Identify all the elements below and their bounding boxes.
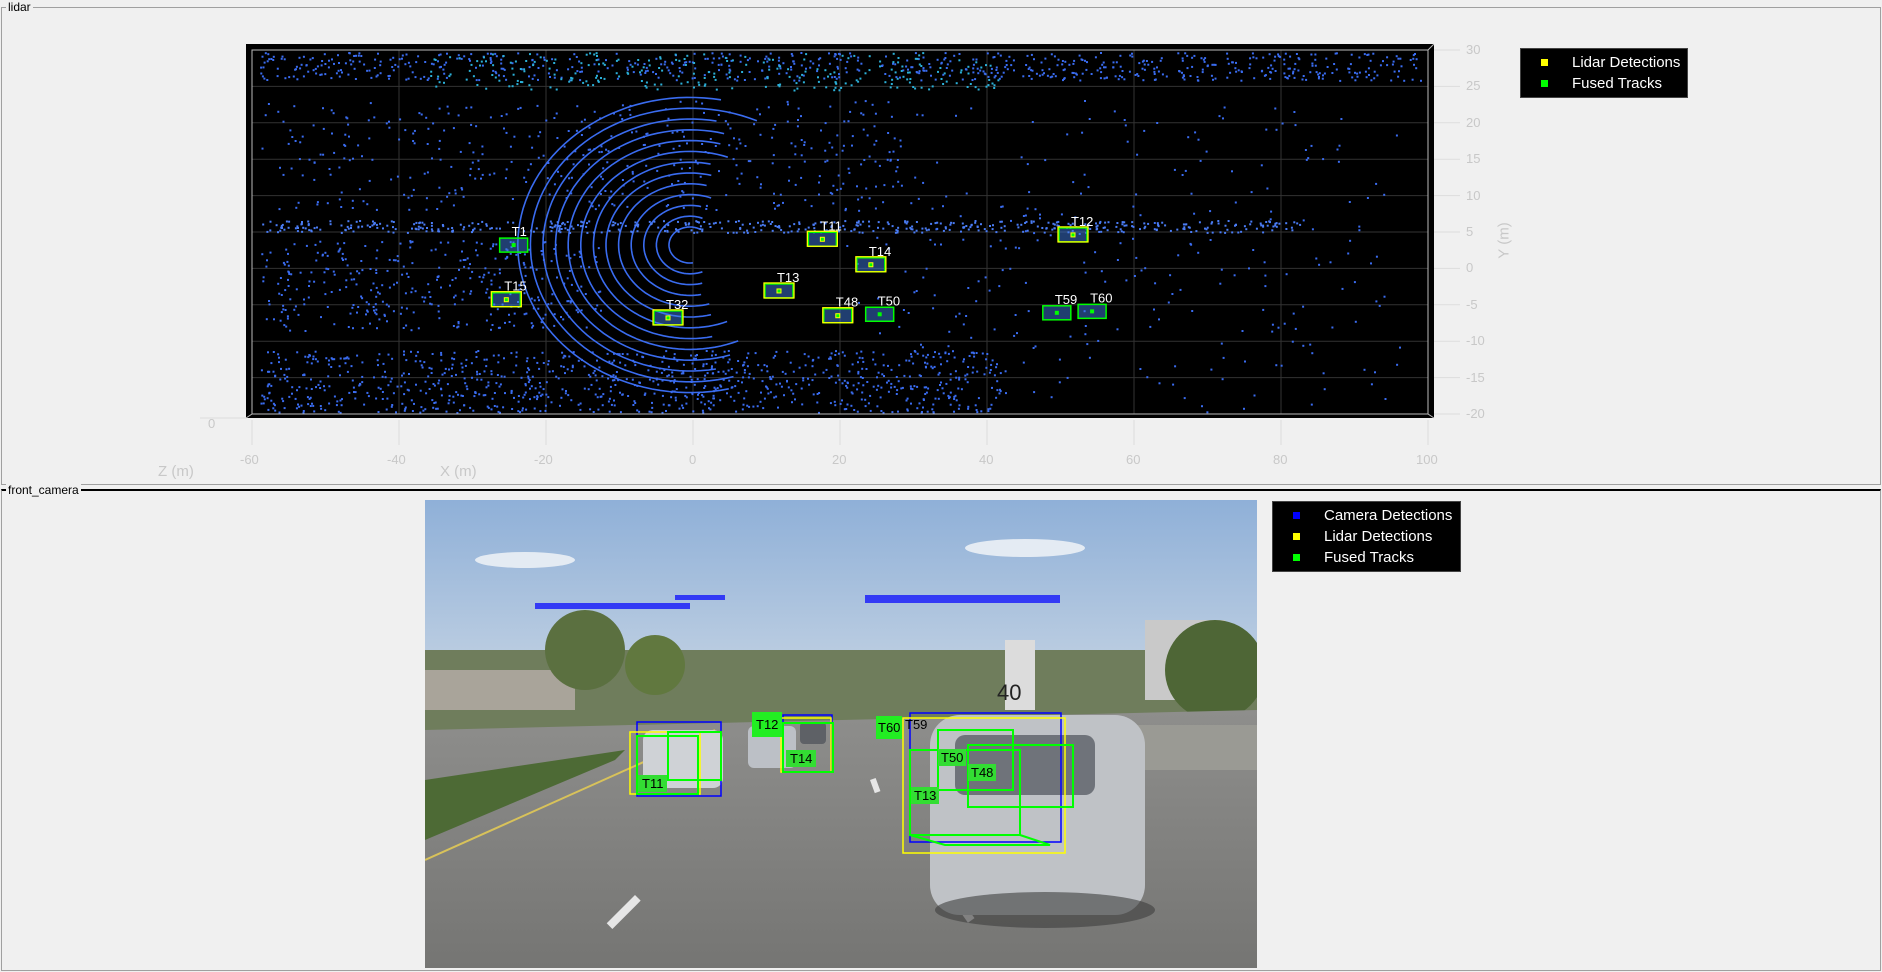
track-label: T14 bbox=[786, 750, 817, 767]
legend-item-lidar-detections: Lidar Detections bbox=[1273, 526, 1454, 547]
legend-label: Lidar Detections bbox=[1324, 528, 1433, 545]
track-label: T59 bbox=[1055, 292, 1077, 307]
legend-label: Fused Tracks bbox=[1324, 549, 1415, 566]
track-label: T60 bbox=[876, 716, 903, 739]
z-tick-label: 0 bbox=[208, 416, 216, 431]
track-center-marker bbox=[868, 262, 874, 268]
track-center-marker bbox=[835, 313, 841, 319]
track-center-marker bbox=[1054, 310, 1059, 315]
yellow-square-icon bbox=[1541, 59, 1548, 66]
y-tick-label: 5 bbox=[1466, 224, 1474, 239]
track-label: T60 bbox=[1090, 290, 1112, 305]
track-label: T11 bbox=[638, 775, 668, 792]
x-tick-label: -40 bbox=[387, 452, 406, 467]
track-label: T13 bbox=[911, 787, 940, 804]
track-label: T12 bbox=[1071, 214, 1093, 229]
track-label: T48 bbox=[836, 295, 858, 310]
x-tick-label: 0 bbox=[689, 452, 697, 467]
track-label: T32 bbox=[666, 297, 688, 312]
track-center-marker bbox=[1070, 232, 1076, 238]
track-label: T1 bbox=[512, 224, 527, 239]
legend-item-lidar-detections: Lidar Detections bbox=[1521, 52, 1681, 73]
track-center-marker bbox=[1090, 309, 1095, 314]
y-tick-label: 10 bbox=[1466, 187, 1481, 203]
y-tick-label: -5 bbox=[1466, 296, 1478, 312]
y-tick-label: -10 bbox=[1466, 333, 1485, 349]
legend-item-fused-tracks: Fused Tracks bbox=[1273, 547, 1454, 568]
x-tick-label: -20 bbox=[534, 452, 553, 467]
track-label: T15 bbox=[504, 279, 526, 294]
x-tick-label: 40 bbox=[979, 452, 994, 467]
track-label: T50 bbox=[878, 293, 900, 308]
track-label: T13 bbox=[777, 270, 799, 285]
blue-square-icon bbox=[1293, 512, 1300, 519]
track-label: T12 bbox=[752, 712, 783, 737]
y-tick-label: -20 bbox=[1466, 406, 1485, 421]
x-tick-label: 20 bbox=[832, 452, 847, 467]
x-tick-label: -60 bbox=[240, 452, 259, 467]
legend-label: Camera Detections bbox=[1324, 507, 1453, 524]
x-tick-label: 80 bbox=[1273, 452, 1288, 467]
y-tick-label: 30 bbox=[1466, 42, 1481, 57]
camera-legend: Camera Detections Lidar Detections Fused… bbox=[1272, 501, 1461, 572]
y-tick-label: 15 bbox=[1466, 151, 1481, 167]
track-label: T48 bbox=[968, 764, 997, 781]
track-center-marker bbox=[665, 315, 671, 321]
track-label: T11 bbox=[820, 218, 841, 233]
track-center-marker bbox=[877, 312, 882, 317]
front-camera-image: 40 bbox=[425, 500, 1257, 968]
legend-label: Lidar Detections bbox=[1572, 54, 1681, 71]
legend-label: Fused Tracks bbox=[1572, 75, 1663, 92]
x-axis-label: X (m) bbox=[440, 463, 477, 480]
track-label: T14 bbox=[869, 244, 891, 259]
y-axis-label: Y (m) bbox=[1495, 222, 1513, 259]
yellow-square-icon bbox=[1293, 533, 1300, 540]
track-center-marker bbox=[511, 243, 516, 248]
speed-limit-sign: 40 bbox=[997, 680, 1021, 705]
legend-item-fused-tracks: Fused Tracks bbox=[1521, 73, 1681, 94]
lidar-legend: Lidar Detections Fused Tracks bbox=[1520, 48, 1688, 98]
green-square-icon bbox=[1541, 80, 1548, 87]
track-center-marker bbox=[819, 236, 825, 242]
track-center-marker bbox=[503, 297, 509, 303]
track-label: T59 bbox=[905, 717, 928, 732]
x-tick-label: 60 bbox=[1126, 452, 1141, 467]
y-tick-label: 20 bbox=[1466, 114, 1481, 130]
y-tick-label: -15 bbox=[1466, 369, 1485, 385]
x-tick-label: 100 bbox=[1416, 452, 1438, 467]
z-axis-label: Z (m) bbox=[158, 463, 194, 480]
legend-item-camera-detections: Camera Detections bbox=[1273, 505, 1454, 526]
green-square-icon bbox=[1293, 554, 1300, 561]
y-tick-label: 25 bbox=[1466, 78, 1481, 94]
track-label: T50 bbox=[938, 749, 967, 766]
y-tick-label: 0 bbox=[1466, 260, 1474, 276]
track-center-marker bbox=[776, 288, 782, 294]
